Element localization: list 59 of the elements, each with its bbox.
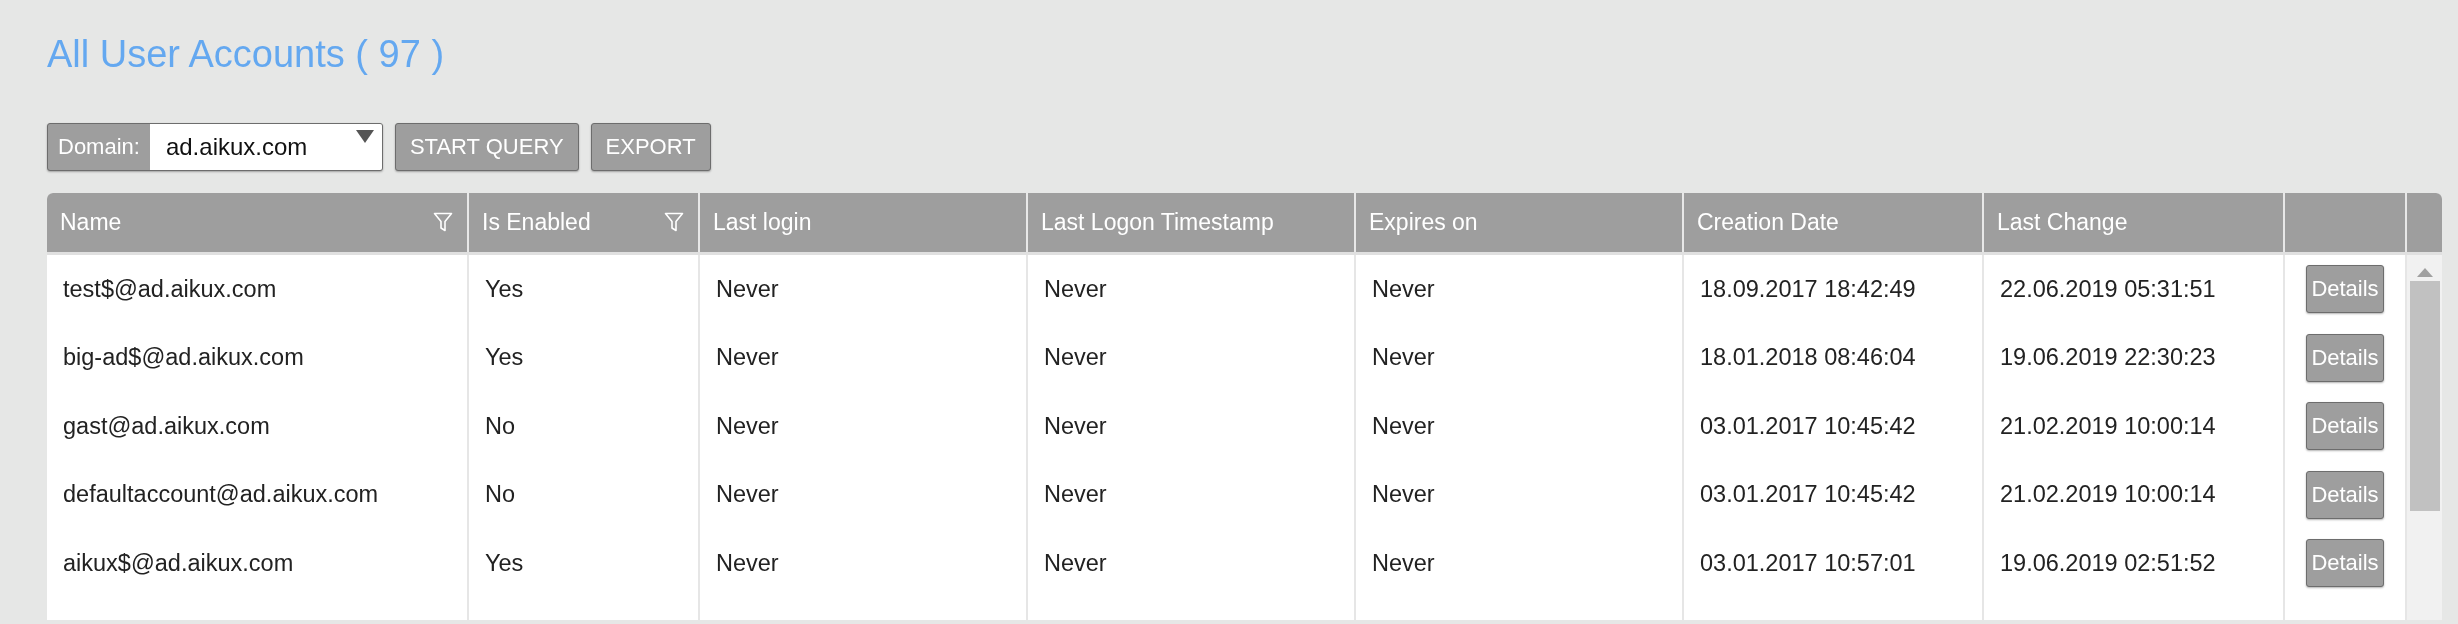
table-cell: big-ad$@ad.aikux.com: [63, 344, 304, 372]
table-cell: No: [485, 412, 516, 440]
domain-label: Domain:: [57, 133, 141, 161]
table-cell: Never: [1372, 344, 1435, 372]
column-header: Last login: [713, 209, 812, 236]
column-header: Is Enabled: [482, 209, 591, 236]
table-cell: Yes: [485, 549, 524, 577]
column-header: Creation Date: [1697, 209, 1839, 236]
page-title: All User Accounts ( 97 ): [47, 32, 446, 77]
table-cell: Never: [1044, 549, 1107, 577]
table-cell: 22.06.2019 05:31:51: [2000, 275, 2216, 303]
scroll-up-icon[interactable]: [2416, 267, 2433, 277]
column-header: Last Logon Timestamp: [1041, 209, 1274, 236]
table-cell: gast@ad.aikux.com: [63, 412, 270, 440]
table-cell: Yes: [485, 275, 524, 303]
details-button[interactable]: Details: [2306, 265, 2384, 314]
details-button[interactable]: Details: [2306, 470, 2384, 519]
table-cell: Never: [716, 344, 779, 372]
details-button[interactable]: Details: [2306, 539, 2384, 588]
table-cell: Never: [1372, 481, 1435, 509]
table-cell: defaultaccount@ad.aikux.com: [63, 481, 379, 509]
details-button[interactable]: Details: [2306, 333, 2384, 382]
table-cell: Never: [1044, 481, 1107, 509]
table-cell: Never: [1044, 275, 1107, 303]
table-cell: 18.01.2018 08:46:04: [1700, 344, 1916, 372]
caret-icon: [355, 130, 374, 144]
table-cell: 03.01.2017 10:57:01: [1700, 549, 1916, 577]
table-cell: Never: [1044, 412, 1107, 440]
table-cell: Never: [716, 549, 779, 577]
table-cell: 19.06.2019 02:51:52: [2000, 549, 2216, 577]
domain-select[interactable]: Domain: ad.aikux.com: [47, 123, 383, 171]
table-cell: 21.02.2019 10:00:14: [2000, 481, 2216, 509]
filter-icon[interactable]: [664, 211, 684, 234]
table-cell: 03.01.2017 10:45:42: [1700, 481, 1916, 509]
table-cell: Never: [1044, 344, 1107, 372]
table-cell: Never: [716, 481, 779, 509]
table-cell: Never: [1372, 412, 1435, 440]
table-cell: 21.02.2019 10:00:14: [2000, 412, 2216, 440]
scrollbar-thumb[interactable]: [2409, 281, 2440, 511]
filter-icon[interactable]: [433, 211, 453, 234]
table-cell: test$@ad.aikux.com: [63, 275, 277, 303]
column-header: Expires on: [1369, 209, 1478, 236]
table-cell: Never: [1372, 275, 1435, 303]
scrollbar[interactable]: [2407, 255, 2442, 620]
table-cell: aikux$@ad.aikux.com: [63, 549, 294, 577]
column-header: Name: [60, 209, 122, 236]
table-cell: Never: [716, 412, 779, 440]
table-cell: 19.06.2019 22:30:23: [2000, 344, 2216, 372]
table-cell: Never: [716, 275, 779, 303]
table-cell: Never: [1372, 549, 1435, 577]
table-cell: 03.01.2017 10:45:42: [1700, 412, 1916, 440]
table-cell: No: [485, 481, 516, 509]
details-button[interactable]: Details: [2306, 402, 2384, 451]
toolbar-button[interactable]: START QUERY: [394, 123, 579, 171]
table-cell: 18.09.2017 18:42:49: [1700, 275, 1916, 303]
table-cell: Yes: [485, 344, 524, 372]
domain-value: ad.aikux.com: [165, 133, 308, 161]
toolbar-button[interactable]: EXPORT: [590, 123, 711, 171]
column-header: Last Change: [1997, 209, 2128, 236]
